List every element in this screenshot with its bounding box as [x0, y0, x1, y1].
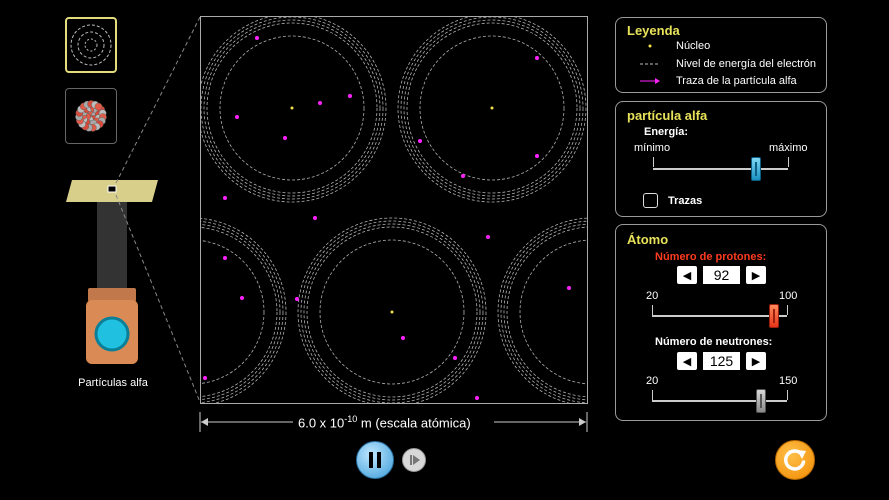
pause-bar-left	[369, 452, 373, 468]
protons-min-tick	[652, 305, 653, 315]
protons-increment-button[interactable]: ▶	[746, 266, 766, 284]
neutrons-slider-thumb[interactable]	[756, 389, 767, 413]
alpha-particle	[475, 396, 479, 400]
protons-slider-thumb[interactable]	[768, 304, 779, 328]
energy-thumb-grip	[754, 162, 757, 176]
alpha-particle	[535, 56, 539, 60]
alpha-particle	[240, 296, 244, 300]
alpha-particle	[313, 216, 317, 220]
atom-panel: Átomo Número de protones: ◀ 92 ▶ 20 100 …	[615, 224, 827, 421]
traces-label: Trazas	[668, 195, 703, 207]
alpha-particle	[461, 174, 465, 178]
alpha-panel-title: partícula alfa	[627, 108, 708, 123]
neutrons-value[interactable]: 125	[703, 352, 740, 370]
energy-max-tick	[788, 157, 789, 167]
energy-max-label: máximo	[769, 142, 808, 154]
protons-min-label: 20	[646, 290, 659, 302]
legend-energy-level-label: Nivel de energía del electrón	[676, 58, 817, 70]
nucleus-legend-icon	[648, 44, 652, 48]
alpha-particle	[486, 235, 490, 239]
alpha-particle	[453, 356, 457, 360]
energy-min-label: mínimo	[634, 142, 671, 154]
legend-nucleus-label: Núcleo	[676, 40, 711, 52]
nucleus	[490, 106, 494, 110]
energy-label: Energía:	[644, 126, 689, 138]
protons-label: Número de protones:	[655, 251, 767, 263]
alpha-particle	[203, 376, 207, 380]
traces-checkbox[interactable]	[643, 193, 658, 208]
left-arrow-icon: ◀	[682, 269, 692, 282]
alpha-particle	[283, 136, 287, 140]
neutrons-max-tick	[787, 390, 788, 400]
right-arrow-icon: ▶	[751, 269, 761, 282]
alpha-particle	[401, 336, 405, 340]
neutrons-label: Número de neutrones:	[655, 336, 773, 348]
legend-symbols	[640, 44, 660, 84]
neutrons-slider-track[interactable]	[652, 400, 787, 402]
protons-max-tick	[787, 305, 788, 315]
scale-label-rest: m (escala atómica)	[357, 415, 471, 431]
simulation-area	[200, 16, 588, 404]
protons-thumb-grip	[772, 309, 775, 323]
step-forward-button[interactable]	[402, 448, 426, 472]
neutrons-max-label: 150	[779, 375, 798, 387]
alpha-particle	[535, 154, 539, 158]
reset-button[interactable]	[775, 440, 815, 480]
right-arrow-icon: ▶	[751, 355, 761, 368]
legend-alpha-trace-label: Traza de la partícula alfa	[676, 75, 797, 87]
scale-label-base: 6.0 x 10	[298, 415, 345, 431]
scale-label: 6.0 x 10-10 m (escala atómica)	[298, 414, 471, 430]
step-icon	[410, 455, 420, 465]
protons-max-label: 100	[779, 290, 798, 302]
scale-exponent: -10	[344, 414, 358, 424]
reset-icon	[784, 449, 806, 471]
energy-slider-thumb[interactable]	[750, 157, 761, 181]
atom-panel-title: Átomo	[627, 232, 669, 247]
nucleus	[290, 106, 294, 110]
alpha-particle	[223, 256, 227, 260]
legend-title: Leyenda	[627, 23, 680, 38]
left-arrow-icon: ◀	[682, 355, 692, 368]
protons-slider-track[interactable]	[652, 315, 787, 317]
alpha-particle	[348, 94, 352, 98]
alpha-particle	[223, 196, 227, 200]
energy-min-tick	[653, 157, 654, 167]
pause-button[interactable]	[356, 441, 394, 479]
legend-panel: Leyenda Núcleo Nivel de energía del elec…	[615, 17, 827, 93]
pause-bar-right	[377, 452, 381, 468]
neutrons-min-label: 20	[646, 375, 659, 387]
energy-slider-track[interactable]	[653, 168, 788, 170]
nucleus	[390, 310, 394, 314]
alpha-particle	[418, 139, 422, 143]
protons-decrement-button[interactable]: ◀	[677, 266, 697, 284]
alpha-particle-panel: partícula alfa Energía: mínimo máximo Tr…	[615, 101, 827, 217]
neutrons-decrement-button[interactable]: ◀	[677, 352, 697, 370]
alpha-particle	[255, 36, 259, 40]
alpha-particle	[235, 115, 239, 119]
neutrons-increment-button[interactable]: ▶	[746, 352, 766, 370]
alpha-particle	[295, 297, 299, 301]
neutrons-min-tick	[652, 390, 653, 400]
neutrons-thumb-grip	[760, 394, 763, 408]
protons-value[interactable]: 92	[703, 266, 740, 284]
alpha-particle	[567, 286, 571, 290]
alpha-particle	[318, 101, 322, 105]
